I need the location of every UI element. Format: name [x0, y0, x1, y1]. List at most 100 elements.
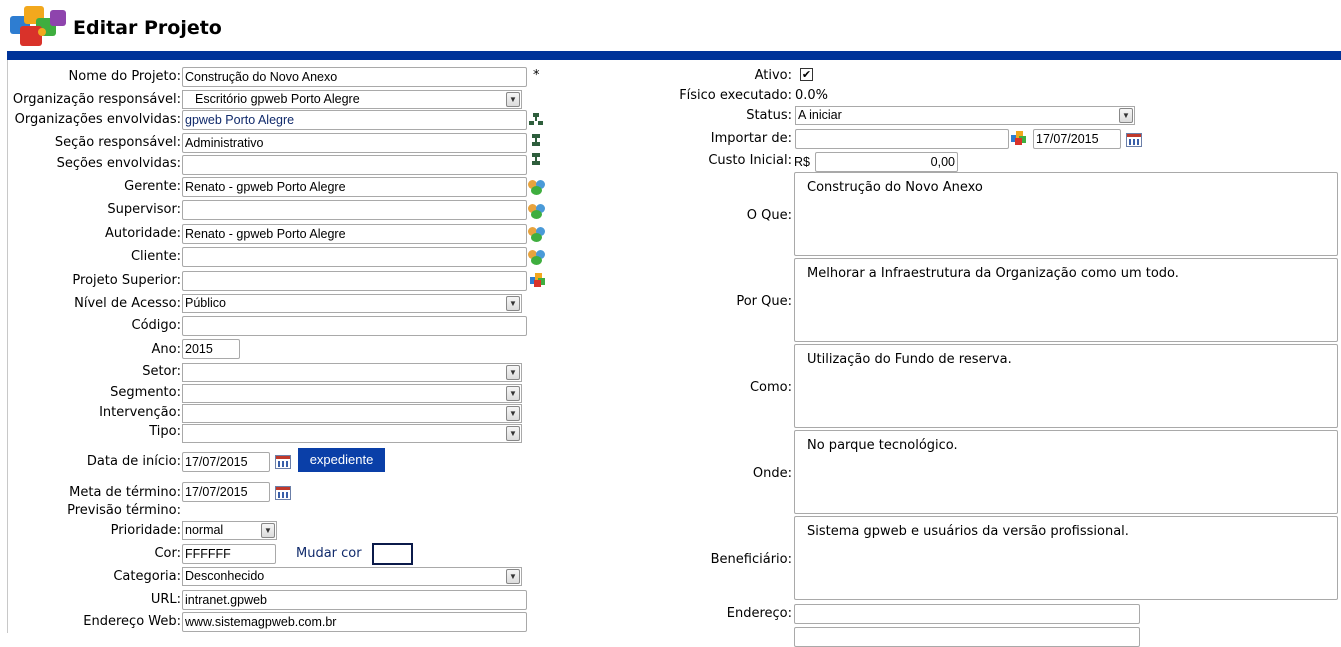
- como-label: Como:: [749, 380, 792, 395]
- ativo-label: Ativo:: [754, 68, 792, 83]
- cor-input[interactable]: FFFFFF: [182, 544, 276, 564]
- categoria-label: Categoria:: [113, 569, 181, 584]
- o-que-label: O Que:: [746, 208, 792, 223]
- org-env-input[interactable]: gpweb Porto Alegre: [182, 110, 527, 130]
- setor-label: Setor:: [142, 364, 181, 379]
- chevron-down-icon: ▼: [506, 406, 520, 421]
- meta-termino-input[interactable]: 17/07/2015: [182, 482, 270, 502]
- setor-select[interactable]: ▼: [182, 363, 522, 382]
- cliente-input[interactable]: [182, 247, 527, 267]
- calendar-icon[interactable]: [1126, 133, 1142, 147]
- supervisor-label: Supervisor:: [107, 202, 181, 217]
- form-frame: [7, 60, 8, 633]
- beneficiario-label: Beneficiário:: [710, 552, 792, 567]
- puzzle-icon[interactable]: [529, 272, 547, 288]
- endereco-label: Endereço:: [726, 606, 792, 621]
- users-icon[interactable]: [528, 203, 546, 219]
- puzzle-icon[interactable]: [1010, 130, 1028, 146]
- page-title: Editar Projeto: [73, 17, 222, 39]
- tipo-label: Tipo:: [149, 424, 181, 439]
- meta-termino-label: Meta de término:: [69, 485, 181, 500]
- calendar-icon[interactable]: [275, 486, 291, 500]
- cor-label: Cor:: [154, 546, 181, 561]
- color-swatch[interactable]: [372, 543, 413, 565]
- nome-label: Nome do Projeto:: [68, 69, 181, 84]
- segmento-label: Segmento:: [110, 385, 181, 400]
- custo-label: Custo Inicial:: [708, 153, 792, 168]
- chevron-down-icon: ▼: [1119, 108, 1133, 123]
- codigo-input[interactable]: [182, 316, 527, 336]
- mudar-cor-link[interactable]: Mudar cor: [296, 546, 362, 561]
- ano-input[interactable]: 2015: [182, 339, 240, 359]
- required-marker: *: [533, 68, 540, 83]
- nivel-acesso-select[interactable]: Público ▼: [182, 294, 522, 313]
- como-textarea[interactable]: Utilização do Fundo de reserva.: [794, 344, 1338, 428]
- importar-input[interactable]: [795, 129, 1009, 149]
- tipo-select[interactable]: ▼: [182, 424, 522, 443]
- cliente-label: Cliente:: [130, 249, 181, 264]
- nome-input[interactable]: Construção do Novo Anexo: [182, 67, 527, 87]
- intervencao-select[interactable]: ▼: [182, 404, 522, 423]
- ano-label: Ano:: [151, 342, 181, 357]
- header-bar: [7, 51, 1341, 60]
- url-label: URL:: [150, 592, 181, 607]
- endereco-web-label: Endereço Web:: [83, 614, 181, 629]
- projeto-superior-input[interactable]: [182, 271, 527, 291]
- org-chart-icon[interactable]: [529, 134, 543, 148]
- categoria-select[interactable]: Desconhecido ▼: [182, 567, 522, 586]
- intervencao-label: Intervenção:: [99, 405, 181, 420]
- endereco-input[interactable]: [794, 604, 1140, 624]
- endereco-extra-input[interactable]: [794, 627, 1140, 647]
- users-icon[interactable]: [528, 226, 546, 242]
- supervisor-input[interactable]: [182, 200, 527, 220]
- org-chart-icon[interactable]: [529, 113, 543, 127]
- chevron-down-icon: ▼: [506, 296, 520, 311]
- expediente-button[interactable]: expediente: [298, 448, 385, 472]
- chevron-down-icon: ▼: [506, 386, 520, 401]
- secao-resp-input[interactable]: Administrativo: [182, 133, 527, 153]
- onde-textarea[interactable]: No parque tecnológico.: [794, 430, 1338, 514]
- calendar-icon[interactable]: [275, 455, 291, 469]
- org-chart-icon[interactable]: [529, 153, 543, 167]
- por-que-label: Por Que:: [736, 294, 792, 309]
- autoridade-label: Autoridade:: [105, 226, 181, 241]
- puzzle-logo-icon: [10, 6, 66, 46]
- users-icon[interactable]: [528, 249, 546, 265]
- url-input[interactable]: intranet.gpweb: [182, 590, 527, 610]
- fisico-value: 0.0%: [795, 88, 829, 103]
- chevron-down-icon: ▼: [506, 92, 520, 107]
- app-logo: [6, 2, 72, 50]
- chevron-down-icon: ▼: [506, 426, 520, 441]
- fisico-label: Físico executado:: [679, 88, 792, 103]
- autoridade-input[interactable]: Renato - gpweb Porto Alegre: [182, 224, 527, 244]
- prioridade-label: Prioridade:: [110, 523, 181, 538]
- o-que-textarea[interactable]: Construção do Novo Anexo: [794, 172, 1338, 256]
- status-label: Status:: [746, 108, 792, 123]
- chevron-down-icon: ▼: [506, 569, 520, 584]
- por-que-textarea[interactable]: Melhorar a Infraestrutura da Organização…: [794, 258, 1338, 342]
- data-inicio-label: Data de início:: [86, 454, 181, 469]
- gerente-label: Gerente:: [124, 179, 181, 194]
- importar-label: Importar de:: [710, 131, 792, 146]
- custo-input[interactable]: 0,00: [815, 152, 958, 172]
- secao-resp-label: Seção responsável:: [54, 135, 181, 150]
- status-select[interactable]: A iniciar ▼: [795, 106, 1135, 125]
- org-env-label: Organizações envolvidas:: [14, 112, 181, 127]
- chevron-down-icon: ▼: [506, 365, 520, 380]
- data-inicio-input[interactable]: 17/07/2015: [182, 452, 270, 472]
- gerente-input[interactable]: Renato - gpweb Porto Alegre: [182, 177, 527, 197]
- secoes-env-input[interactable]: [182, 155, 527, 175]
- codigo-label: Código:: [131, 318, 181, 333]
- beneficiario-textarea[interactable]: Sistema gpweb e usuários da versão profi…: [794, 516, 1338, 600]
- endereco-web-input[interactable]: www.sistemagpweb.com.br: [182, 612, 527, 632]
- users-icon[interactable]: [528, 179, 546, 195]
- segmento-select[interactable]: ▼: [182, 384, 522, 403]
- prioridade-select[interactable]: normal ▼: [182, 521, 277, 540]
- ativo-checkbox[interactable]: ✔: [800, 68, 813, 81]
- importar-date-input[interactable]: 17/07/2015: [1033, 129, 1121, 149]
- onde-label: Onde:: [752, 466, 792, 481]
- previsao-termino-label: Previsão término:: [67, 503, 181, 518]
- org-resp-select[interactable]: Escritório gpweb Porto Alegre ▼: [182, 90, 522, 109]
- secoes-env-label: Seções envolvidas:: [56, 156, 181, 171]
- nivel-acesso-label: Nível de Acesso:: [74, 296, 181, 311]
